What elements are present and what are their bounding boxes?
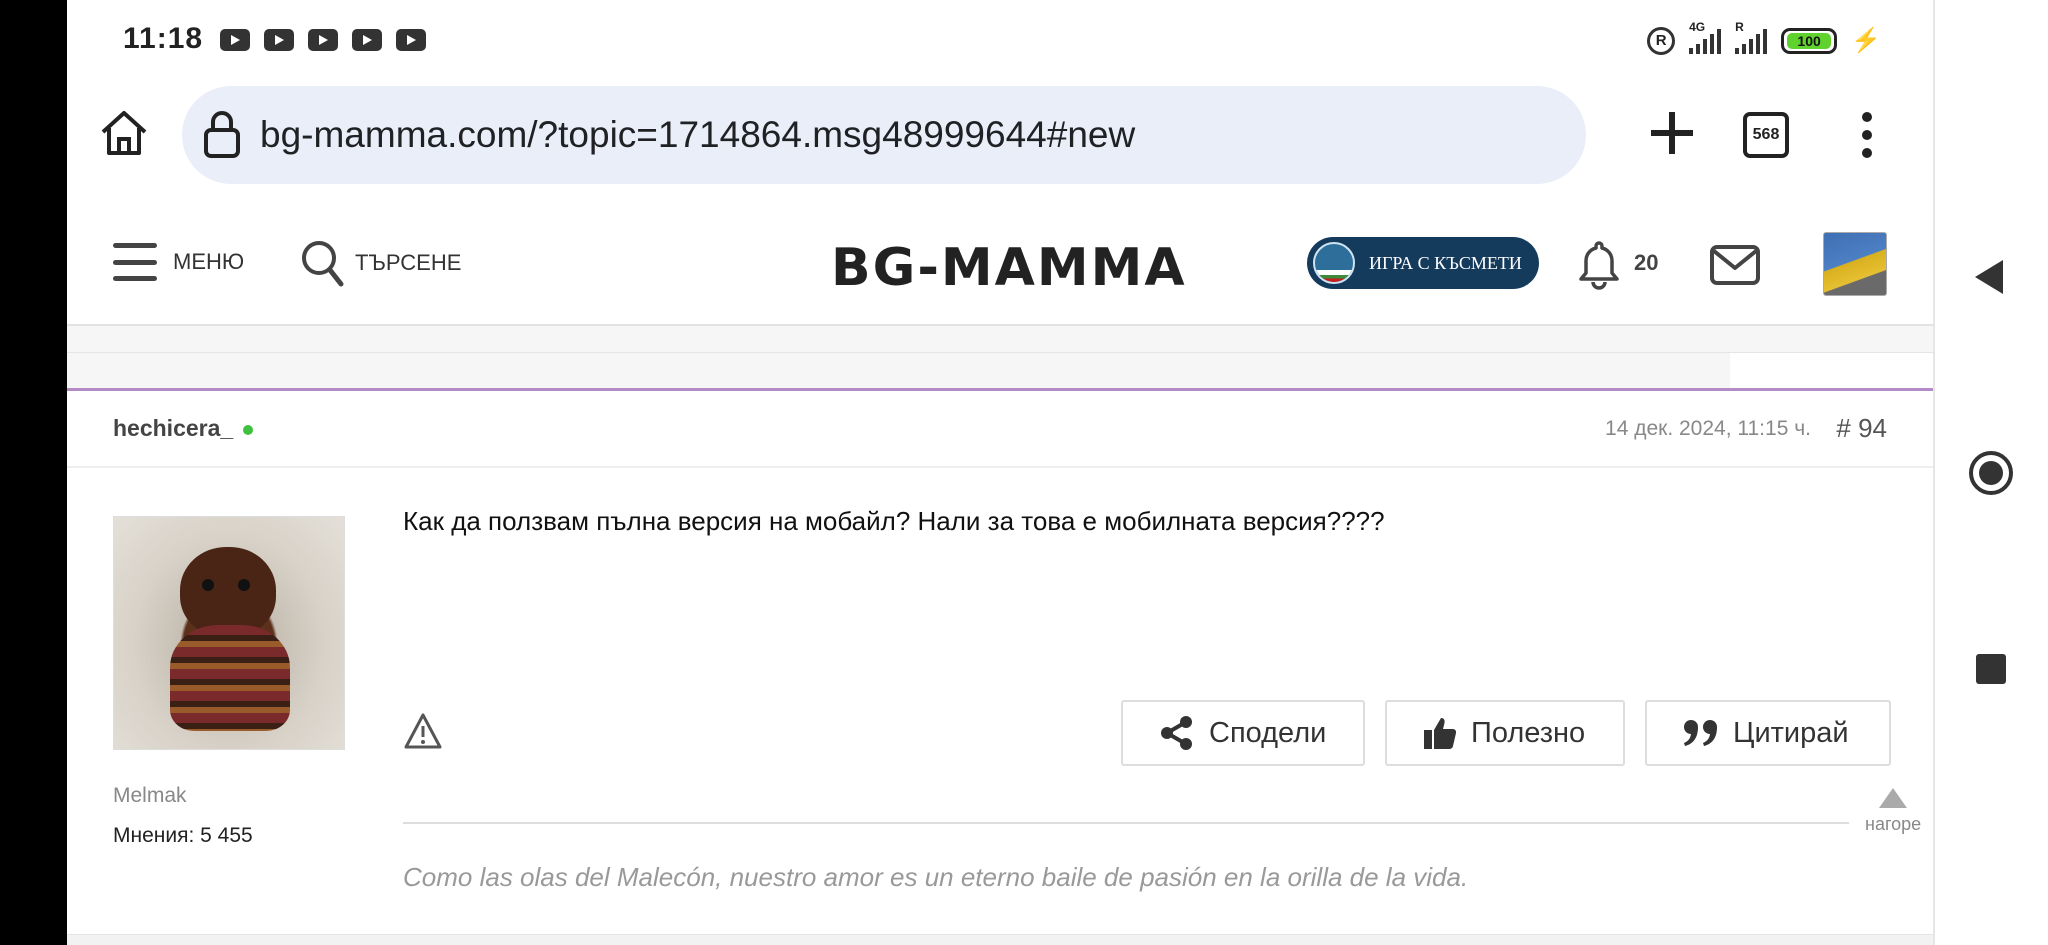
registered-icon: R bbox=[1647, 26, 1676, 55]
quote-icon bbox=[1684, 720, 1717, 746]
arrow-up-icon bbox=[1879, 788, 1908, 808]
post-actions: Сподели Полезно Цитирай bbox=[1121, 700, 1891, 766]
back-icon[interactable] bbox=[1975, 260, 2003, 294]
useful-label: Полезно bbox=[1471, 716, 1586, 749]
phone-screen: 11:18 R 4G R 100 ⚡ bg-mamma.com/?topic=1… bbox=[67, 0, 1933, 945]
separator bbox=[67, 353, 1730, 389]
share-icon bbox=[1161, 716, 1192, 750]
youtube-notification-icon bbox=[308, 29, 338, 51]
search-icon bbox=[302, 241, 344, 287]
lock-icon bbox=[202, 108, 242, 165]
more-menu-icon[interactable] bbox=[1862, 112, 1874, 158]
menu-label: МЕНЮ bbox=[173, 249, 245, 274]
game-button-label: ИГРА С КЪСМЕТИ bbox=[1369, 252, 1522, 273]
post-message: Как да ползвам пълна версия на мобайл? Н… bbox=[403, 506, 1385, 536]
tab-switcher-button[interactable]: 568 bbox=[1743, 112, 1789, 158]
report-warning-icon[interactable] bbox=[403, 712, 443, 755]
messages-envelope-icon[interactable] bbox=[1709, 244, 1761, 291]
new-tab-icon[interactable] bbox=[1647, 108, 1697, 158]
useful-button[interactable]: Полезно bbox=[1385, 700, 1625, 766]
search-label: ТЪРСЕНЕ bbox=[355, 250, 462, 275]
home-nav-icon[interactable] bbox=[1969, 451, 2013, 495]
user-title: Melmak bbox=[113, 784, 187, 807]
signature-divider bbox=[403, 822, 1849, 824]
quote-label: Цитирай bbox=[1733, 716, 1849, 749]
menu-button[interactable]: МЕНЮ bbox=[113, 243, 244, 281]
scroll-to-top-button[interactable]: нагоре bbox=[1865, 788, 1921, 835]
youtube-notification-icon bbox=[264, 29, 294, 51]
post-date: 14 дек. 2024, 11:15 ч. bbox=[1605, 417, 1811, 440]
user-avatar[interactable] bbox=[1823, 232, 1887, 296]
lucky-game-button[interactable]: ИГРА С КЪСМЕТИ bbox=[1307, 237, 1539, 289]
home-icon[interactable] bbox=[97, 106, 151, 160]
puppy-image bbox=[180, 547, 276, 637]
separator bbox=[67, 326, 1933, 353]
youtube-notification-icon bbox=[220, 29, 250, 51]
scroll-to-top-label: нагоре bbox=[1865, 814, 1922, 834]
status-icons: R 4G R 100 ⚡ bbox=[1647, 20, 1881, 55]
battery-icon: 100 bbox=[1781, 27, 1838, 54]
url-text[interactable]: bg-mamma.com/?topic=1714864.msg48999644#… bbox=[260, 114, 1135, 156]
status-time: 11:18 bbox=[123, 22, 204, 55]
thumbs-up-icon bbox=[1424, 718, 1457, 749]
hamburger-icon bbox=[113, 243, 157, 281]
post-author-name[interactable]: hechicera_ bbox=[113, 415, 233, 441]
site-logo[interactable]: BG-MAMMA bbox=[831, 238, 1187, 298]
separator bbox=[67, 934, 1933, 945]
post-author[interactable]: hechicera_ bbox=[113, 415, 254, 442]
charging-icon: ⚡ bbox=[1851, 27, 1881, 54]
author-avatar[interactable] bbox=[113, 516, 345, 750]
notifications-bell-icon[interactable] bbox=[1577, 238, 1621, 295]
post-number[interactable]: # 94 bbox=[1836, 413, 1887, 444]
youtube-notification-icon bbox=[396, 29, 426, 51]
game-emblem-icon bbox=[1313, 242, 1355, 284]
user-signature: Como las olas del Malecón, nuestro amor … bbox=[403, 862, 1469, 892]
post-header: hechicera_ 14 дек. 2024, 11:15 ч. # 94 bbox=[67, 391, 1933, 468]
address-bar[interactable]: bg-mamma.com/?topic=1714864.msg48999644#… bbox=[182, 86, 1586, 184]
site-header: МЕНЮ ТЪРСЕНЕ BG-MAMMA ИГРА С КЪСМЕТИ 20 bbox=[67, 200, 1933, 326]
share-label: Сподели bbox=[1209, 716, 1327, 749]
user-posts-count: Мнения: 5 455 bbox=[113, 824, 253, 847]
signal-roaming-icon: R bbox=[1735, 20, 1768, 54]
online-status-dot bbox=[243, 424, 254, 435]
share-button[interactable]: Сподели bbox=[1121, 700, 1365, 766]
battery-level: 100 bbox=[1787, 32, 1832, 49]
quote-button[interactable]: Цитирай bbox=[1645, 700, 1891, 766]
recent-apps-icon[interactable] bbox=[1976, 654, 2006, 684]
search-button[interactable]: ТЪРСЕНЕ bbox=[299, 238, 461, 288]
youtube-notification-icon bbox=[352, 29, 382, 51]
notifications-count[interactable]: 20 bbox=[1634, 250, 1658, 276]
signal-4g-icon: 4G bbox=[1689, 20, 1722, 54]
post-body: Melmak Мнения: 5 455 Как да ползвам пълн… bbox=[67, 468, 1933, 935]
status-bar: 11:18 R 4G R 100 ⚡ bbox=[67, 0, 1933, 80]
